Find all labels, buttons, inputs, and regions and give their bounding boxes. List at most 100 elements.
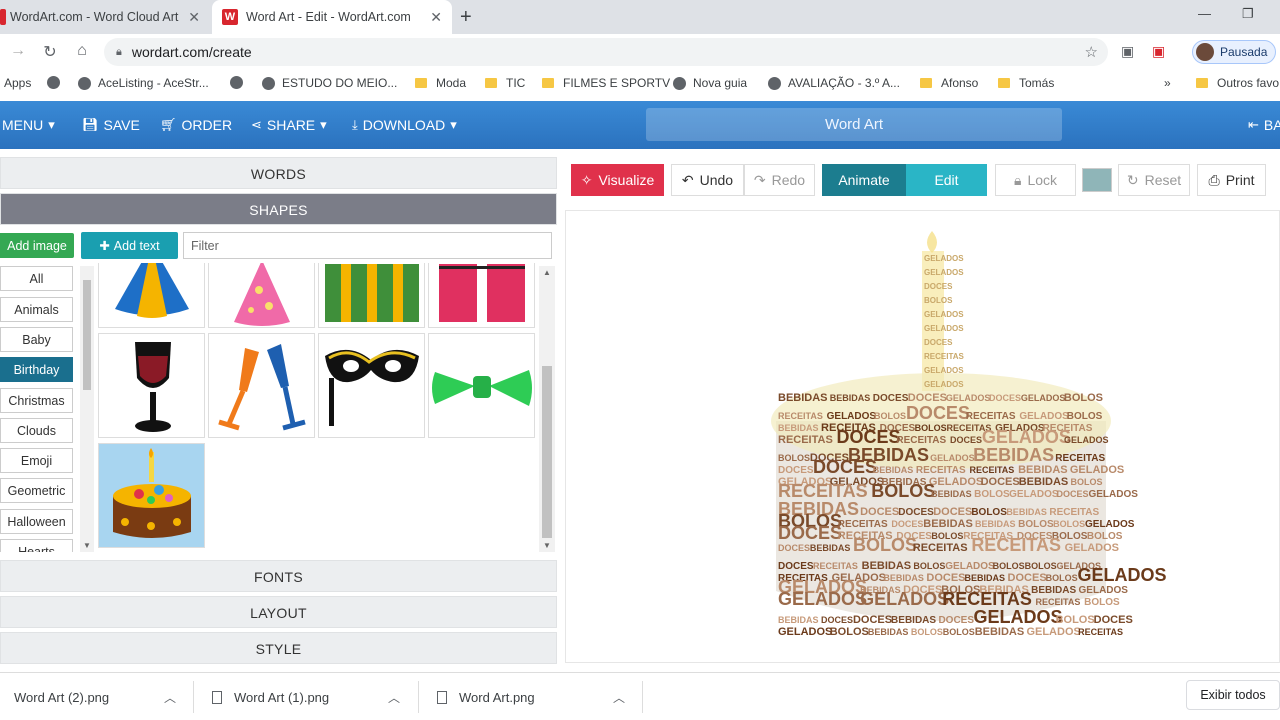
reload-icon[interactable]: ↻ xyxy=(34,42,66,62)
scroll-up-arrow[interactable]: ▲ xyxy=(543,268,551,277)
color-swatch[interactable] xyxy=(1082,168,1112,192)
home-icon[interactable]: ⌂ xyxy=(66,42,98,60)
bookmark-estudo[interactable]: ESTUDO DO MEIO... xyxy=(262,76,397,90)
chevron-up-icon[interactable]: ︿ xyxy=(613,689,625,706)
category-halloween[interactable]: Halloween xyxy=(0,509,73,534)
bookmark-globe[interactable] xyxy=(47,76,67,89)
scroll-down-arrow[interactable]: ▼ xyxy=(543,541,551,550)
caret-down-icon: ▾ xyxy=(320,117,327,132)
cloud-word: BOLOS xyxy=(1025,561,1057,571)
artwork-title[interactable]: Word Art xyxy=(646,108,1062,141)
print-button[interactable]: ⎙ Print xyxy=(1197,164,1266,196)
bookmark-tic[interactable]: TIC xyxy=(485,76,525,90)
animate-button[interactable]: Animate xyxy=(822,164,906,196)
undo-button[interactable]: ↶ Undo xyxy=(671,164,744,196)
category-baby[interactable]: Baby xyxy=(0,327,73,352)
section-words[interactable]: WORDS xyxy=(0,157,557,189)
edit-button[interactable]: Edit xyxy=(906,164,987,196)
close-tab-icon[interactable]: ✕ xyxy=(430,9,442,26)
category-animals[interactable]: Animals xyxy=(0,297,73,322)
shape-bow-tie[interactable] xyxy=(428,333,535,438)
show-all-downloads-button[interactable]: Exibir todos xyxy=(1186,680,1280,710)
profile-button[interactable]: Pausada xyxy=(1192,40,1276,64)
plus-icon: ✚ xyxy=(99,239,110,253)
redo-button[interactable]: ↷ Redo xyxy=(744,164,815,196)
bookmarks-overflow-button[interactable]: » xyxy=(1164,76,1171,90)
category-christmas[interactable]: Christmas xyxy=(0,388,73,413)
shape-party-mask[interactable] xyxy=(318,333,425,438)
bookmark-moda[interactable]: Moda xyxy=(415,76,466,90)
chevron-up-icon[interactable]: ︿ xyxy=(388,689,400,706)
section-shapes[interactable]: SHAPES xyxy=(0,193,557,225)
section-fonts[interactable]: FONTS xyxy=(0,560,557,592)
category-geometric[interactable]: Geometric xyxy=(0,478,73,503)
tab-wordart-edit[interactable]: W Word Art - Edit - WordArt.com ✕ xyxy=(212,0,452,34)
add-text-button[interactable]: ✚ Add text xyxy=(81,232,178,259)
category-hearts[interactable]: Hearts xyxy=(0,539,73,552)
cloud-word: BEBIDAS xyxy=(931,489,972,499)
url-field[interactable]: 🔒︎ wordart.com/create ☆ xyxy=(104,38,1108,66)
scrollbar-thumb[interactable] xyxy=(542,366,552,538)
bookmark-acelisting[interactable]: AceListing - AceStr... xyxy=(78,76,209,90)
shape-gift-box-red[interactable] xyxy=(428,263,535,328)
extension-red-icon[interactable]: ▣ xyxy=(1152,43,1165,60)
bookmark-globe[interactable] xyxy=(230,76,250,89)
category-emoji[interactable]: Emoji xyxy=(0,448,73,473)
lock-button[interactable]: 🔒︎ Lock xyxy=(995,164,1076,196)
scrollbar-thumb[interactable] xyxy=(83,280,91,390)
shapes-scrollbar[interactable] xyxy=(539,266,555,552)
bookmark-apps[interactable]: Apps xyxy=(4,76,31,90)
shape-party-hat-pink[interactable] xyxy=(208,263,315,328)
cloud-word: RECEITAS xyxy=(1036,597,1081,607)
download-item[interactable]: Word Art (2).png ︿ xyxy=(14,673,184,720)
cloud-word: BEBIDAS xyxy=(975,626,1025,638)
reset-button[interactable]: ↻ Reset xyxy=(1118,164,1190,196)
bookmark-label: Afonso xyxy=(941,76,979,90)
cloud-word: BEBIDAS xyxy=(973,445,1054,465)
shape-birthday-cake[interactable] xyxy=(98,443,205,548)
add-image-button[interactable]: Add image xyxy=(0,233,74,258)
bookmark-star-icon[interactable]: ☆ xyxy=(1085,43,1098,61)
bookmark-tomas[interactable]: Tomás xyxy=(998,76,1054,90)
shape-party-hat-blue[interactable] xyxy=(98,263,205,328)
new-tab-icon[interactable]: + xyxy=(460,6,472,29)
back-button[interactable]: ⇤ BA xyxy=(1248,117,1280,133)
section-style[interactable]: STYLE xyxy=(0,632,557,664)
download-item[interactable]: Word Art.png ︿ xyxy=(437,673,637,720)
forward-icon[interactable]: → xyxy=(2,42,34,60)
restore-icon[interactable]: ❐ xyxy=(1242,6,1254,22)
bookmark-afonso[interactable]: Afonso xyxy=(920,76,978,90)
visualize-button[interactable]: ✧ Visualize xyxy=(571,164,664,196)
filter-input[interactable] xyxy=(183,232,552,259)
category-all[interactable]: All xyxy=(0,266,73,291)
scroll-down-arrow[interactable]: ▼ xyxy=(83,541,91,550)
cloud-word: GELADOS xyxy=(929,476,983,488)
tab-wordart-home[interactable]: WordArt.com - Word Cloud Art C ✕ xyxy=(0,0,210,34)
category-scrollbar[interactable] xyxy=(80,266,94,552)
shape-wine-glass[interactable] xyxy=(98,333,205,438)
extension-icon[interactable]: ▣ xyxy=(1121,43,1134,60)
bookmark-nova-guia[interactable]: Nova guia xyxy=(673,76,747,90)
shape-gift-box-green[interactable] xyxy=(318,263,425,328)
bookmark-outros[interactable]: Outros favo xyxy=(1196,76,1279,90)
word-cloud-cake[interactable]: GELADOSGELADOSDOCESBOLOSGELADOSGELADOSDO… xyxy=(566,211,1280,663)
cloud-word: RECEITAS xyxy=(778,434,833,446)
shape-champagne-glasses[interactable] xyxy=(208,333,315,438)
menu-button[interactable]: MENU ▾ xyxy=(2,117,55,133)
word-art-canvas[interactable]: GELADOS GELADOS DOCES BOLOS GELADOS GELADOS DO… xyxy=(565,210,1280,663)
category-clouds[interactable]: Clouds xyxy=(0,418,73,443)
category-birthday[interactable]: Birthday xyxy=(0,357,73,382)
order-button[interactable]: 🛒︎ ORDER xyxy=(160,117,232,133)
download-button[interactable]: ⤓ DOWNLOAD ▾ xyxy=(352,117,457,133)
chevron-up-icon[interactable]: ︿ xyxy=(164,689,176,706)
save-button[interactable]: 💾︎ SAVE xyxy=(82,117,140,133)
download-icon: ⤓ xyxy=(352,117,358,132)
close-tab-icon[interactable]: ✕ xyxy=(188,9,200,26)
share-button[interactable]: ⋖ SHARE ▾ xyxy=(251,117,327,133)
bookmark-avaliacao[interactable]: AVALIAÇÃO - 3.º A... xyxy=(768,76,900,90)
minimize-icon[interactable]: — xyxy=(1198,6,1211,21)
section-layout[interactable]: LAYOUT xyxy=(0,596,557,628)
cloud-word: BOLOS xyxy=(971,507,1007,518)
bookmark-filmes[interactable]: FILMES E SPORTV xyxy=(542,76,670,90)
download-item[interactable]: Word Art (1).png ︿ xyxy=(212,673,412,720)
